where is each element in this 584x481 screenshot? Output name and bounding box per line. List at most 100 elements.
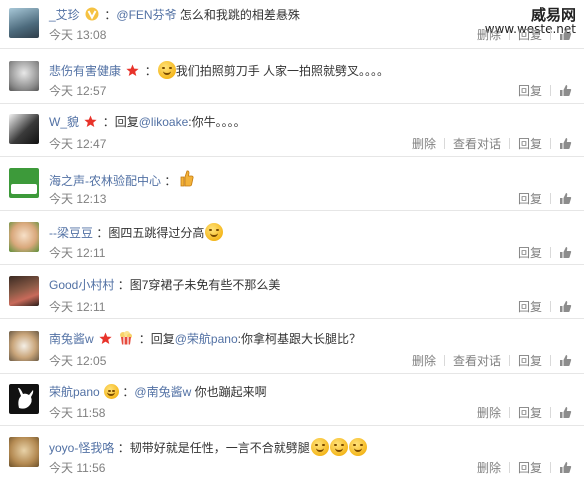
timestamp: 今天 13:08 <box>49 28 107 42</box>
comment-row: 悲伤有害健康 ：我们拍照剪刀手 人家一拍照就劈叉。。。。 今天 12:57 回复 <box>0 49 584 104</box>
delete-button[interactable]: 删除 <box>477 461 501 475</box>
emoji-icon <box>104 384 120 399</box>
comment-body: 我们拍照剪刀手 人家一拍照就劈叉。。。。 <box>175 64 390 78</box>
delete-button[interactable]: 删除 <box>477 28 501 42</box>
like-thumb-icon[interactable] <box>559 354 572 367</box>
username-link[interactable]: Good小村村 <box>49 278 114 292</box>
username-link[interactable]: 荣航pano <box>49 385 100 399</box>
reply-button[interactable]: 回复 <box>518 137 542 151</box>
grinning-emoji-icon <box>329 438 348 456</box>
comment-text: _艾珍 ：@FEN芬爷 怎么和我跳的相差悬殊 <box>49 7 300 22</box>
timestamp: 今天 12:05 <box>49 354 107 368</box>
timestamp: 今天 11:58 <box>49 406 106 420</box>
avatar[interactable] <box>9 437 39 467</box>
reply-button[interactable]: 回复 <box>518 246 542 260</box>
comment-text: yoyo-怪我咯 ：韧带好就是任性，一言不合就劈腿 <box>49 438 367 456</box>
reply-button[interactable]: 回复 <box>518 461 542 475</box>
comment-text: 南兔酱w ：回复@荣航pano:你拿柯基跟大长腿比？ <box>49 331 361 346</box>
popcorn-icon <box>120 331 133 345</box>
like-thumb-icon[interactable] <box>559 137 572 150</box>
laughing-emoji-icon <box>157 61 176 79</box>
like-thumb-icon[interactable] <box>559 300 572 313</box>
like-thumb-icon[interactable] <box>559 84 572 97</box>
comment-text: 荣航pano ：@南兔酱w 你也蹦起来啊 <box>49 384 267 399</box>
comment-text: 悲伤有害健康 ：我们拍照剪刀手 人家一拍照就劈叉。。。。 <box>49 61 389 79</box>
comment-row: W_貌 ：回复@likoake:你牛。。。。 今天 12:47 删除 查看对话 回复 <box>0 104 584 157</box>
comment-actions: 删除 查看对话 回复 <box>412 354 572 368</box>
reply-button[interactable]: 回复 <box>518 28 542 42</box>
comment-row: --梁豆豆 ：图四五跳得过分高 今天 12:11 回复 <box>0 211 584 265</box>
like-thumb-icon[interactable] <box>559 406 572 419</box>
reply-button[interactable]: 回复 <box>518 84 542 98</box>
comment-body: 图7穿裙子未免有些不那么美 <box>129 278 281 292</box>
avatar[interactable] <box>9 331 39 361</box>
comment-actions: 回复 <box>518 84 572 98</box>
star-icon <box>84 115 97 127</box>
like-thumb-icon[interactable] <box>559 461 572 474</box>
comment-body: :你牛。。。。 <box>188 115 246 129</box>
timestamp: 今天 12:57 <box>49 84 107 98</box>
comment-actions: 删除 回复 <box>477 461 572 475</box>
comment-body: 怎么和我跳的相差悬殊 <box>176 8 300 22</box>
comment-text: Good小村村 ：图7穿裙子未免有些不那么美 <box>49 278 281 292</box>
comment-row: yoyo-怪我咯 ：韧带好就是任性，一言不合就劈腿 今天 11:56 删除 回复 <box>0 426 584 481</box>
timestamp: 今天 12:13 <box>49 192 107 206</box>
username-link[interactable]: yoyo-怪我咯 <box>49 441 114 455</box>
timestamp: 今天 12:11 <box>49 300 106 314</box>
reply-prefix: 回复 <box>114 115 139 129</box>
comment-row: 南兔酱w ：回复@荣航pano:你拿柯基跟大长腿比？ 今天 12:05 删除 查看… <box>0 319 584 374</box>
mention-link[interactable]: @荣航pano <box>175 332 238 346</box>
comment-actions: 删除 回复 <box>477 28 572 42</box>
comment-row: 海之声-农林验配中心 ： 今天 12:13 回复 <box>0 157 584 211</box>
timestamp: 今天 12:47 <box>49 137 107 151</box>
delete-button[interactable]: 删除 <box>412 354 436 368</box>
thumbs-up-emoji-icon <box>180 170 194 187</box>
mention-link[interactable]: @南兔酱w <box>134 385 191 399</box>
comment-actions: 回复 <box>518 300 572 314</box>
like-thumb-icon[interactable] <box>559 192 572 205</box>
comment-body: 韧带好就是任性，一言不合就劈腿 <box>129 441 310 455</box>
avatar[interactable] <box>9 61 39 91</box>
comment-row: _艾珍 ：@FEN芬爷 怎么和我跳的相差悬殊 今天 13:08 删除 回复 <box>0 0 584 49</box>
comment-text: 海之声-农林验配中心 ： <box>49 169 196 189</box>
comment-actions: 删除 查看对话 回复 <box>412 137 572 151</box>
username-link[interactable]: 南兔酱w <box>49 332 94 346</box>
reply-prefix: 回复 <box>150 332 175 346</box>
avatar[interactable] <box>9 276 39 306</box>
reply-button[interactable]: 回复 <box>518 300 542 314</box>
username-link[interactable]: 海之声-农林验配中心 <box>49 174 161 188</box>
comment-body: 图四五跳得过分高 <box>108 226 205 240</box>
view-conversation-button[interactable]: 查看对话 <box>453 354 501 368</box>
avatar[interactable] <box>9 384 39 414</box>
comment-body: :你拿柯基跟大长腿比？ <box>237 332 361 346</box>
reply-button[interactable]: 回复 <box>518 354 542 368</box>
star-icon <box>99 332 112 344</box>
avatar[interactable] <box>9 114 39 144</box>
username-link[interactable]: _艾珍 <box>49 8 80 22</box>
like-thumb-icon[interactable] <box>559 28 572 41</box>
delete-button[interactable]: 删除 <box>412 137 436 151</box>
comment-row: 荣航pano ：@南兔酱w 你也蹦起来啊 今天 11:58 删除 回复 <box>0 374 584 426</box>
comment-actions: 回复 <box>518 192 572 206</box>
bunny-logo-icon <box>18 387 34 409</box>
timestamp: 今天 12:11 <box>49 246 106 260</box>
mention-link[interactable]: @FEN芬爷 <box>116 8 176 22</box>
timestamp: 今天 11:56 <box>49 461 106 475</box>
reply-button[interactable]: 回复 <box>518 192 542 206</box>
mention-link[interactable]: @likoake <box>139 115 189 129</box>
grinning-emoji-icon <box>348 438 367 456</box>
view-conversation-button[interactable]: 查看对话 <box>453 137 501 151</box>
avatar[interactable] <box>9 222 39 252</box>
like-thumb-icon[interactable] <box>559 246 572 259</box>
delete-button[interactable]: 删除 <box>477 406 501 420</box>
avatar[interactable] <box>9 8 39 38</box>
comment-row: Good小村村 ：图7穿裙子未免有些不那么美 今天 12:11 回复 <box>0 265 584 319</box>
username-link[interactable]: --梁豆豆 <box>49 226 93 240</box>
comment-actions: 回复 <box>518 246 572 260</box>
username-link[interactable]: 悲伤有害健康 <box>49 64 121 78</box>
reply-button[interactable]: 回复 <box>518 406 542 420</box>
comment-body: 你也蹦起来啊 <box>191 385 267 399</box>
verified-v-icon <box>85 7 99 21</box>
username-link[interactable]: W_貌 <box>49 115 79 129</box>
avatar[interactable] <box>9 168 39 198</box>
